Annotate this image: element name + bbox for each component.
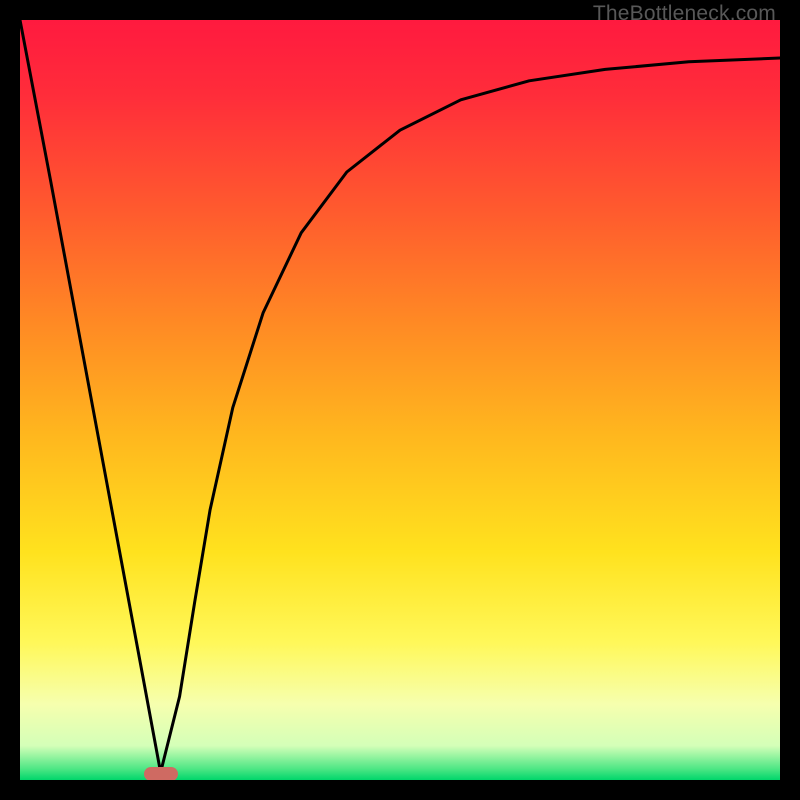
- chart-frame: TheBottleneck.com: [0, 0, 800, 800]
- optimal-point-marker: [144, 767, 178, 780]
- bottleneck-curve: [20, 20, 780, 780]
- plot-area: [20, 20, 780, 780]
- watermark-label: TheBottleneck.com: [593, 2, 776, 26]
